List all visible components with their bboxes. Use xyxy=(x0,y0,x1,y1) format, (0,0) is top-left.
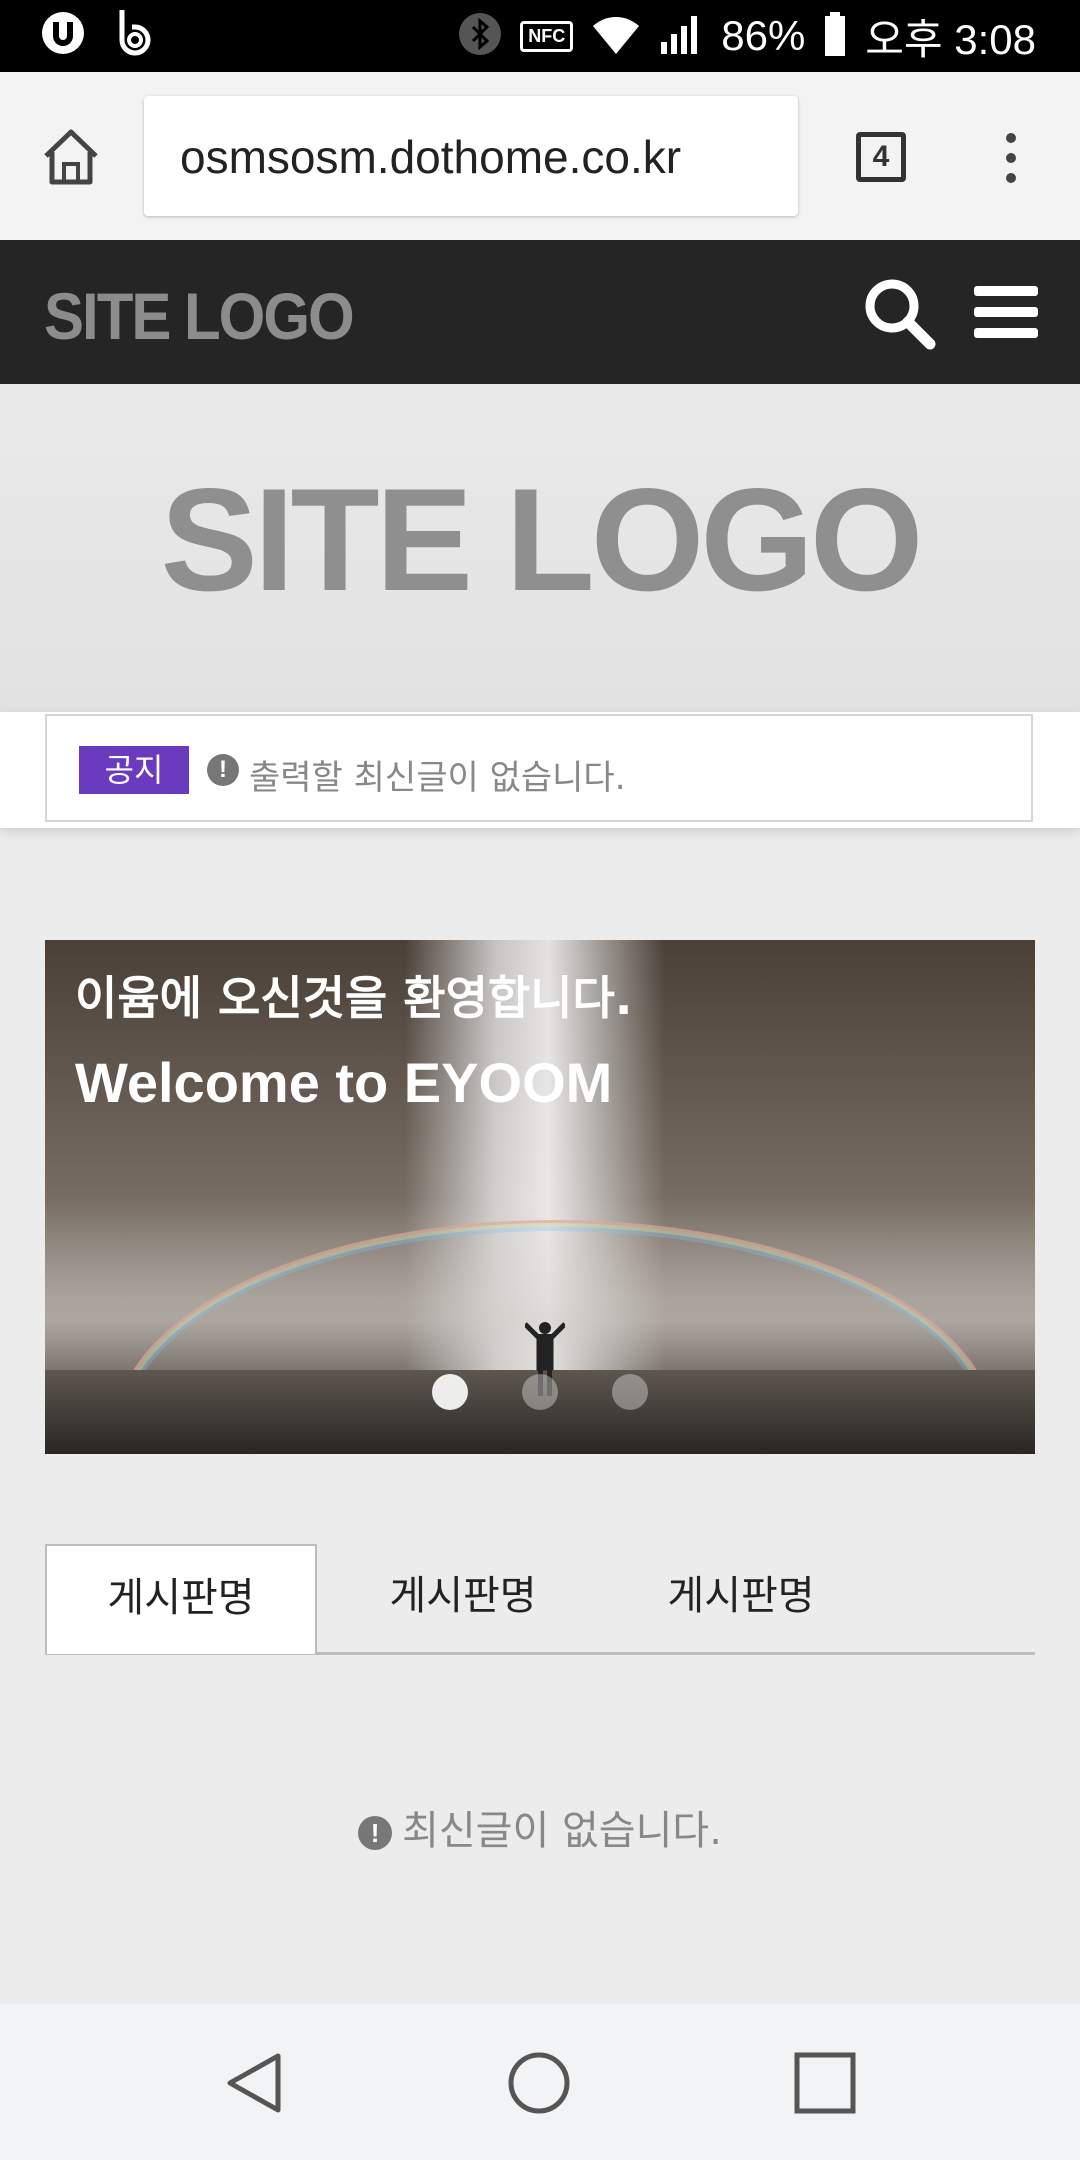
exclamation-icon: ! xyxy=(207,754,239,786)
tab-switcher-button[interactable]: 4 xyxy=(856,132,906,182)
slider-dot-2[interactable] xyxy=(522,1374,558,1410)
search-icon[interactable] xyxy=(862,276,936,350)
system-navigation-bar xyxy=(0,2004,1080,2160)
exclamation-icon: ! xyxy=(358,1816,393,1850)
notice-bar: 공지 ! 출력할 최신글이 없습니다. xyxy=(0,712,1080,828)
app-notification-icon xyxy=(40,10,86,56)
notice-text: 출력할 최신글이 없습니다. xyxy=(249,758,626,798)
bluetooth-icon xyxy=(458,12,502,60)
hero-banner: SITE LOGO xyxy=(0,384,1080,714)
back-icon[interactable] xyxy=(220,2048,290,2118)
battery-icon xyxy=(823,12,847,60)
board-tab-2[interactable]: 게시판명 xyxy=(327,1544,599,1652)
address-bar[interactable]: osmsosm.dothome.co.kr xyxy=(144,96,798,216)
notice-box: 공지 ! 출력할 최신글이 없습니다. xyxy=(45,714,1033,822)
hamburger-menu-icon[interactable] xyxy=(974,284,1038,340)
home-icon[interactable] xyxy=(40,126,102,188)
board-tab-1[interactable]: 게시판명 xyxy=(45,1544,317,1654)
site-logo[interactable]: SITE LOGO xyxy=(44,279,355,355)
slider-pagination xyxy=(45,1374,1035,1410)
recent-apps-icon[interactable] xyxy=(790,2048,860,2118)
home-circle-icon[interactable] xyxy=(504,2048,574,2118)
wifi-icon xyxy=(591,14,641,58)
b-app-notification-icon xyxy=(112,10,158,56)
slider-dot-3[interactable] xyxy=(612,1374,648,1410)
hero-logo[interactable]: SITE LOGO xyxy=(0,456,1080,624)
slide-title-english: Welcome to EYOOM xyxy=(75,1051,613,1114)
status-bar: NFC 86% 오후 3:08 xyxy=(0,0,1080,72)
clock: 오후 3:08 xyxy=(865,15,1036,63)
slider-dot-1[interactable] xyxy=(432,1374,468,1410)
more-options-icon[interactable] xyxy=(996,128,1026,188)
browser-toolbar: osmsosm.dothome.co.kr 4 xyxy=(0,72,1080,240)
slide-title-korean: 이윰에 오신것을 환영합니다. xyxy=(75,971,633,1025)
empty-message-text: 최신글이 없습니다. xyxy=(402,1808,722,1854)
board-tabs: 게시판명 게시판명 게시판명 xyxy=(45,1544,1035,1655)
site-header: SITE LOGO xyxy=(0,240,1080,384)
empty-message: ! 최신글이 없습니다. xyxy=(0,1798,1080,1856)
nfc-icon: NFC xyxy=(520,20,574,52)
battery-percent: 86% xyxy=(721,12,806,59)
signal-icon xyxy=(659,14,703,58)
board-tab-3[interactable]: 게시판명 xyxy=(605,1544,877,1652)
notice-badge: 공지 xyxy=(79,746,189,794)
image-slider[interactable]: 이윰에 오신것을 환영합니다. Welcome to EYOOM xyxy=(45,940,1035,1454)
url-text: osmsosm.dothome.co.kr xyxy=(180,131,682,183)
